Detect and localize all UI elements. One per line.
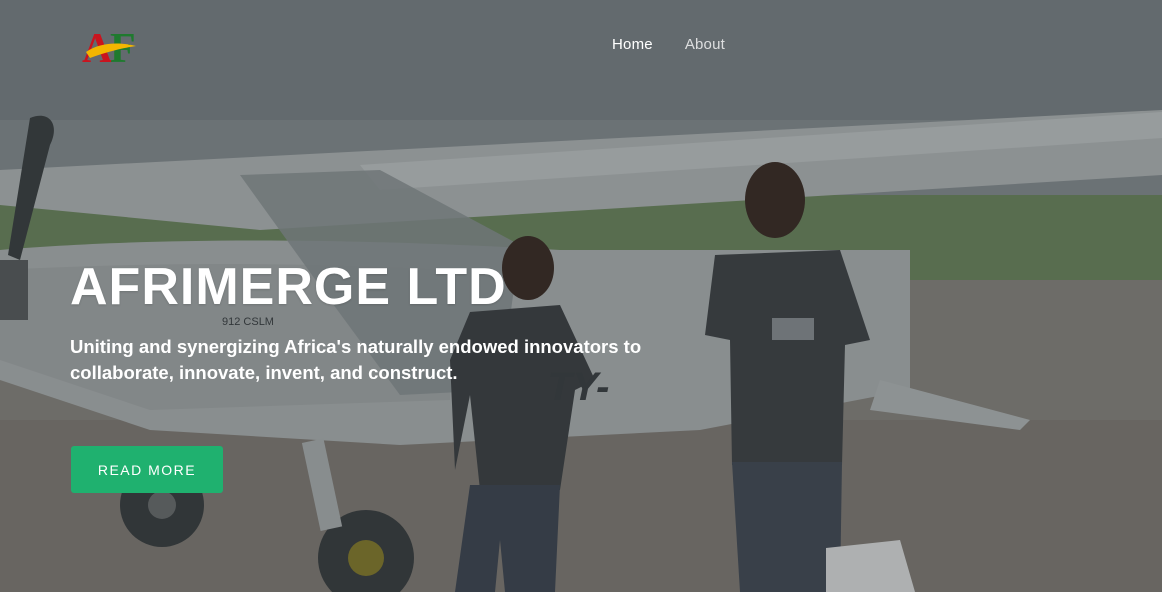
top-navigation: A F Home About [0, 0, 1162, 90]
afrimerge-logo-icon: A F [82, 26, 136, 72]
brand-logo[interactable]: A F [80, 22, 142, 72]
hero-section: TY- 912 CSLM A F Home About AFRIMERGE LT… [0, 0, 1162, 592]
hero-title: AFRIMERGE LTD [70, 258, 507, 316]
nav-item-home[interactable]: Home [612, 36, 653, 53]
nav-item-about[interactable]: About [685, 36, 725, 53]
nav-links: Home About [612, 36, 725, 53]
hero-content: AFRIMERGE LTD Uniting and synergizing Af… [70, 256, 750, 386]
read-more-button[interactable]: READ MORE [71, 446, 223, 493]
hero-subtitle: Uniting and synergizing Africa's natural… [70, 336, 642, 383]
